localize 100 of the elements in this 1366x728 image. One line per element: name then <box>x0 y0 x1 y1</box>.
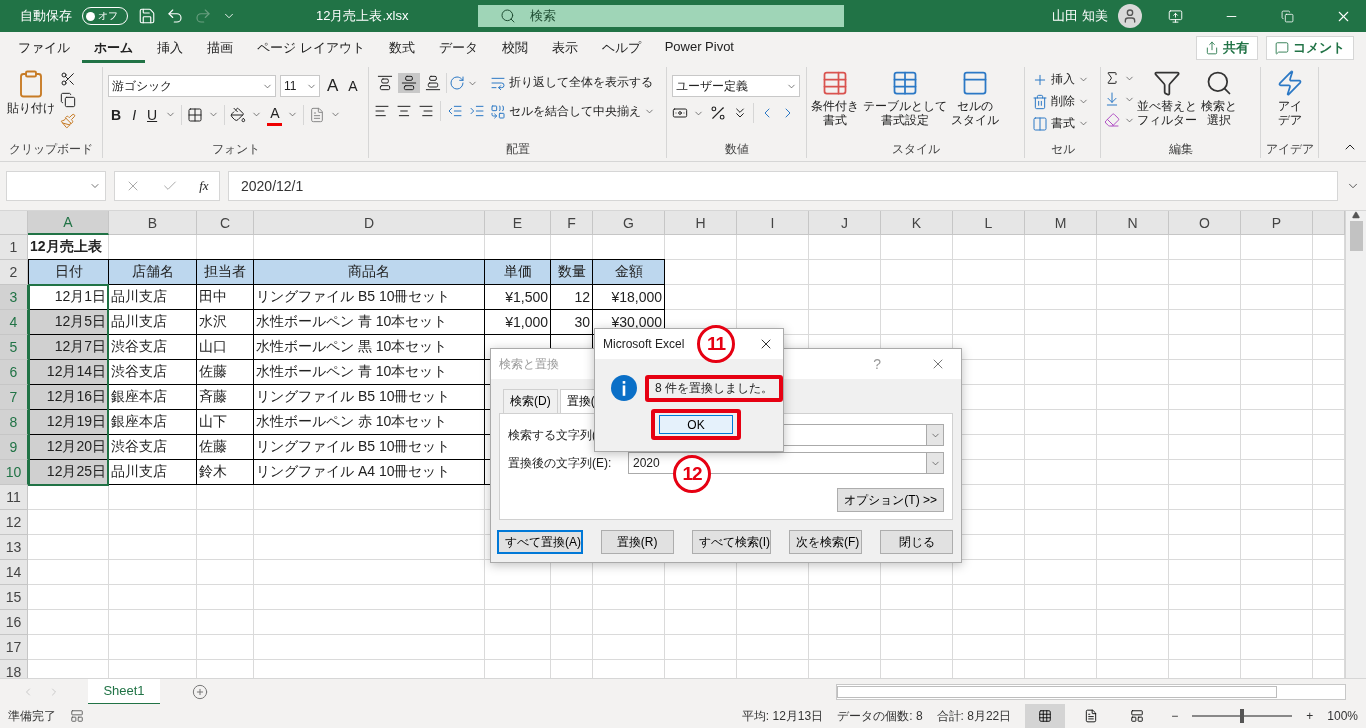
undo-icon[interactable] <box>166 7 184 25</box>
column-header[interactable]: E <box>485 211 551 235</box>
style-button[interactable]: テーブルとして 書式設定 <box>861 67 949 141</box>
row-header[interactable]: 6 <box>0 360 28 385</box>
row-header[interactable]: 2 <box>0 260 28 285</box>
cells-button[interactable]: 書式 <box>1030 114 1091 133</box>
column-header[interactable]: G <box>593 211 665 235</box>
menu-tab[interactable]: Power Pivot <box>652 33 746 63</box>
row-header[interactable]: 11 <box>0 485 28 510</box>
zoom-in-button[interactable]: + <box>1306 709 1314 723</box>
currency-icon[interactable] <box>672 105 688 121</box>
ribbon-display-icon[interactable] <box>1167 8 1183 24</box>
row-header[interactable]: 14 <box>0 560 28 585</box>
cells-button[interactable]: 削除 <box>1030 92 1091 111</box>
sheet-tab[interactable]: Sheet1 <box>88 678 160 705</box>
options-button[interactable]: オプション(T) >> <box>837 488 944 512</box>
brush-icon[interactable] <box>60 113 76 129</box>
font-style-button[interactable]: U <box>144 104 161 125</box>
menu-tab[interactable]: 表示 <box>539 33 590 63</box>
row-header[interactable]: 9 <box>0 435 28 460</box>
add-sheet-icon[interactable] <box>192 683 208 700</box>
menu-tab[interactable]: 校閲 <box>489 33 540 63</box>
column-header[interactable]: H <box>665 211 737 235</box>
row-header[interactable]: 5 <box>0 335 28 360</box>
borders-icon[interactable] <box>187 106 204 123</box>
dialog-button[interactable]: 置換(R) <box>600 530 674 554</box>
vertical-scrollbar[interactable] <box>1345 211 1366 678</box>
menu-tab[interactable]: ヘルプ <box>589 33 653 63</box>
view-button[interactable] <box>1025 704 1066 728</box>
save-icon[interactable] <box>138 7 156 25</box>
avatar-icon[interactable] <box>1118 4 1142 28</box>
column-header[interactable]: M <box>1025 211 1097 235</box>
font-color-button[interactable]: A <box>267 103 283 126</box>
shrink-font-button[interactable]: A <box>345 76 361 96</box>
row-header[interactable]: 12 <box>0 510 28 535</box>
search-field[interactable]: 検索 <box>478 5 845 27</box>
menu-tab[interactable]: ファイル <box>6 33 82 63</box>
horizontal-scrollbar[interactable] <box>836 683 1346 700</box>
menu-tab[interactable]: データ <box>426 33 490 63</box>
dialog-button[interactable]: すべて置換(A) <box>497 530 583 554</box>
number-format-field[interactable]: ユーザー定義 <box>672 75 800 97</box>
insert-function-button[interactable]: fx <box>199 178 209 194</box>
font-style-button[interactable]: B <box>108 104 125 125</box>
column-header[interactable]: A <box>28 211 109 235</box>
column-header[interactable]: C <box>197 211 254 235</box>
merge-center-button[interactable]: セルを結合して中央揃え <box>488 102 657 121</box>
row-header[interactable]: 15 <box>0 585 28 610</box>
column-header[interactable]: D <box>254 211 485 235</box>
menu-tab[interactable]: 描画 <box>195 33 245 63</box>
column-header[interactable]: I <box>737 211 809 235</box>
column-header[interactable]: J <box>809 211 881 235</box>
row-header[interactable]: 8 <box>0 410 28 435</box>
restore-icon[interactable] <box>1280 9 1294 23</box>
column-header[interactable]: K <box>881 211 953 235</box>
align-center-icon[interactable] <box>396 103 412 119</box>
row-header[interactable]: 1 <box>0 235 28 260</box>
ok-button[interactable]: OK <box>659 415 733 434</box>
column-header[interactable]: O <box>1169 211 1241 235</box>
ideas-button[interactable]: アイ デア <box>1273 67 1306 141</box>
font-name-field[interactable]: 游ゴシック <box>108 75 276 97</box>
editing-button[interactable]: 検索と 選択 <box>1199 67 1239 141</box>
dialog-button[interactable]: 次を検索(F) <box>789 530 862 554</box>
row-header[interactable]: 17 <box>0 635 28 660</box>
scissors-icon[interactable] <box>60 71 76 87</box>
row-header[interactable]: 13 <box>0 535 28 560</box>
column-header[interactable]: N <box>1097 211 1169 235</box>
scrollbar-thumb[interactable] <box>1349 221 1363 251</box>
comment-button[interactable]: コメント <box>1266 36 1354 60</box>
eraser-icon[interactable] <box>1104 112 1120 128</box>
style-button[interactable]: 条件付き 書式 <box>809 67 861 141</box>
vertical-align-button[interactable] <box>398 73 420 93</box>
grow-font-button[interactable]: A <box>324 76 342 96</box>
orientation-icon[interactable] <box>449 75 465 91</box>
zoom-thumb[interactable] <box>1240 709 1245 723</box>
align-left-icon[interactable] <box>374 103 390 119</box>
column-header[interactable]: B <box>109 211 197 235</box>
row-header[interactable]: 4 <box>0 310 28 335</box>
font-size-field[interactable]: 11 <box>280 75 320 97</box>
fill-color-icon[interactable] <box>230 106 247 123</box>
row-header[interactable]: 7 <box>0 385 28 410</box>
menu-tab[interactable]: 挿入 <box>145 33 195 63</box>
column-header[interactable]: L <box>953 211 1025 235</box>
editing-button[interactable]: 並べ替えと フィルター <box>1135 67 1199 141</box>
dialog-button[interactable]: すべて検索(I) <box>691 530 771 554</box>
dialog-tab[interactable]: 検索(D) <box>503 389 558 413</box>
indent-increase-icon[interactable] <box>469 103 485 119</box>
zoom-out-button[interactable]: − <box>1171 709 1179 723</box>
copy-icon[interactable] <box>60 92 76 108</box>
percent-icon[interactable] <box>709 104 727 122</box>
column-header[interactable]: P <box>1241 211 1313 235</box>
row-header[interactable]: 16 <box>0 610 28 635</box>
menu-tab[interactable]: ページ レイアウト <box>245 33 377 63</box>
indent-decrease-icon[interactable] <box>447 103 463 119</box>
row-header[interactable]: 10 <box>0 460 28 485</box>
formula-field[interactable]: 2020/12/1 <box>228 171 1338 201</box>
row-header[interactable]: 3 <box>0 285 28 310</box>
paste-button[interactable]: 貼り付け <box>5 67 57 141</box>
file-name[interactable]: 12月売上表.xlsx <box>316 7 409 25</box>
font-style-button[interactable]: I <box>129 104 139 125</box>
wrap-text-button[interactable]: 折り返して全体を表示する <box>488 73 657 92</box>
